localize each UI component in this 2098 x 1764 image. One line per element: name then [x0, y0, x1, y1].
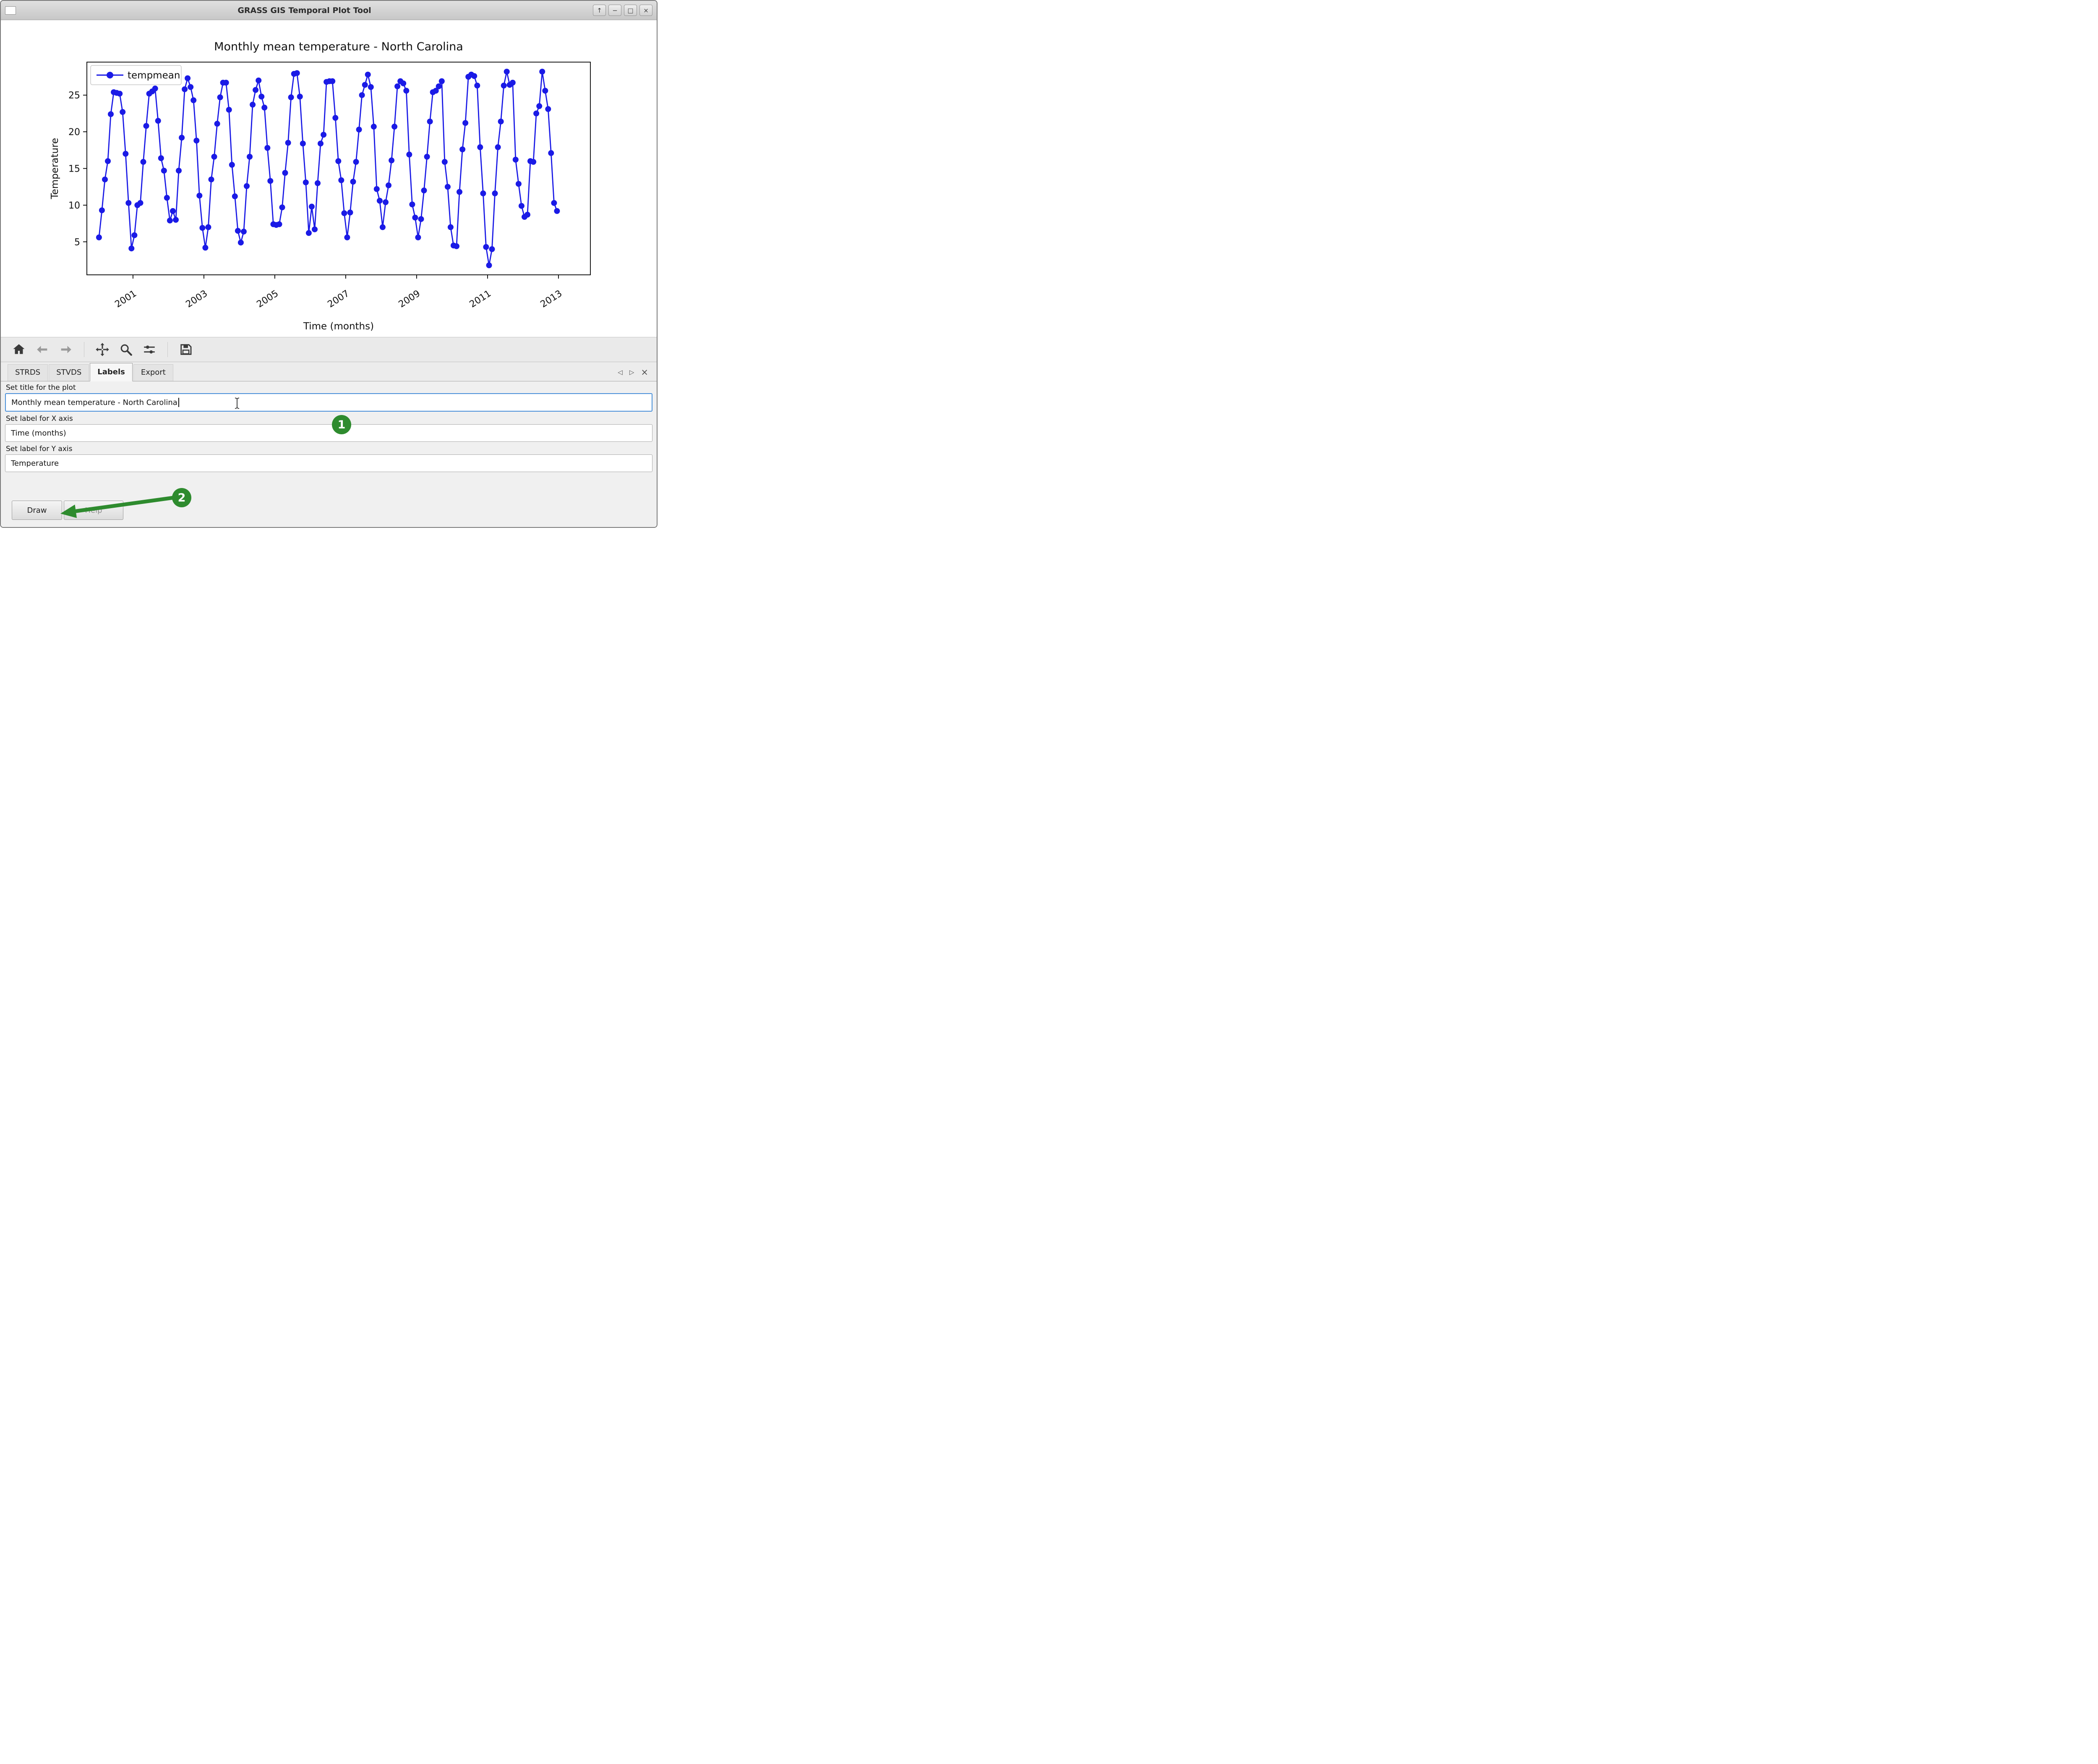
plot-title-text: Monthly mean temperature - North Carolin… [11, 398, 177, 407]
x-axis-label-input[interactable] [5, 424, 652, 442]
tab-scroll-right-icon[interactable]: ▷ [629, 368, 634, 376]
tab-labels[interactable]: Labels [90, 363, 133, 381]
tab-scroll-left-icon[interactable]: ◁ [618, 368, 623, 376]
svg-text:Time (months): Time (months) [303, 321, 374, 332]
plot-title-input[interactable]: Monthly mean temperature - North Carolin… [5, 393, 652, 412]
toolbar-separator [167, 342, 168, 357]
tab-strds[interactable]: STRDS [8, 364, 48, 381]
svg-text:Temperature: Temperature [50, 138, 60, 200]
svg-text:2009: 2009 [397, 288, 423, 310]
temperature-line-chart: Monthly mean temperature - North Carolin… [1, 20, 657, 337]
minimize-button[interactable]: − [608, 5, 621, 16]
svg-text:2003: 2003 [184, 288, 210, 310]
svg-text:2001: 2001 [113, 288, 139, 310]
window-controls: ↑ − □ × [593, 5, 652, 16]
y-axis-label-label: Set label for Y axis [6, 444, 657, 454]
window-icon [5, 6, 16, 15]
app-window: GRASS GIS Temporal Plot Tool ↑ − □ × Mon… [0, 0, 658, 528]
tab-navigation: ◁ ▷ × [618, 368, 650, 381]
configure-subplots-icon[interactable] [141, 341, 158, 358]
shade-window-button[interactable]: ↑ [593, 5, 606, 16]
step-1-badge: 1 [332, 415, 351, 434]
back-icon[interactable] [34, 341, 51, 358]
close-button[interactable]: × [639, 5, 652, 16]
save-icon[interactable] [177, 341, 195, 358]
svg-text:Monthly mean temperature - Nor: Monthly mean temperature - North Carolin… [214, 40, 463, 53]
tab-close-icon[interactable]: × [641, 369, 648, 375]
y-axis-label-input[interactable] [5, 454, 652, 472]
tab-stvds[interactable]: STVDS [49, 364, 89, 381]
svg-text:2013: 2013 [539, 288, 564, 310]
i-beam-cursor-icon [234, 397, 240, 410]
tab-export[interactable]: Export [133, 364, 173, 381]
svg-text:20: 20 [68, 127, 80, 138]
svg-text:tempmean: tempmean [128, 70, 180, 81]
plot-toolbar [1, 337, 657, 362]
svg-text:2011: 2011 [468, 288, 493, 310]
forward-icon[interactable] [57, 341, 75, 358]
svg-text:2007: 2007 [326, 288, 352, 310]
plot-title-label: Set title for the plot [6, 383, 657, 392]
pan-icon[interactable] [94, 341, 111, 358]
text-caret [178, 398, 179, 407]
zoom-icon[interactable] [117, 341, 135, 358]
svg-text:5: 5 [74, 237, 80, 248]
titlebar: GRASS GIS Temporal Plot Tool ↑ − □ × [1, 1, 657, 20]
svg-text:15: 15 [68, 164, 80, 175]
notebook-tabbar: STRDS STVDS Labels Export ◁ ▷ × [1, 362, 657, 381]
maximize-button[interactable]: □ [624, 5, 637, 16]
svg-text:2005: 2005 [255, 288, 281, 310]
window-title: GRASS GIS Temporal Plot Tool [16, 6, 593, 15]
plot-figure: Monthly mean temperature - North Carolin… [1, 20, 657, 337]
step-2-badge: 2 [172, 488, 191, 507]
x-axis-label-label: Set label for X axis [6, 414, 657, 423]
svg-text:10: 10 [68, 201, 80, 211]
step-2-arrow [55, 487, 185, 522]
svg-text:25: 25 [68, 91, 80, 101]
home-icon[interactable] [10, 341, 28, 358]
